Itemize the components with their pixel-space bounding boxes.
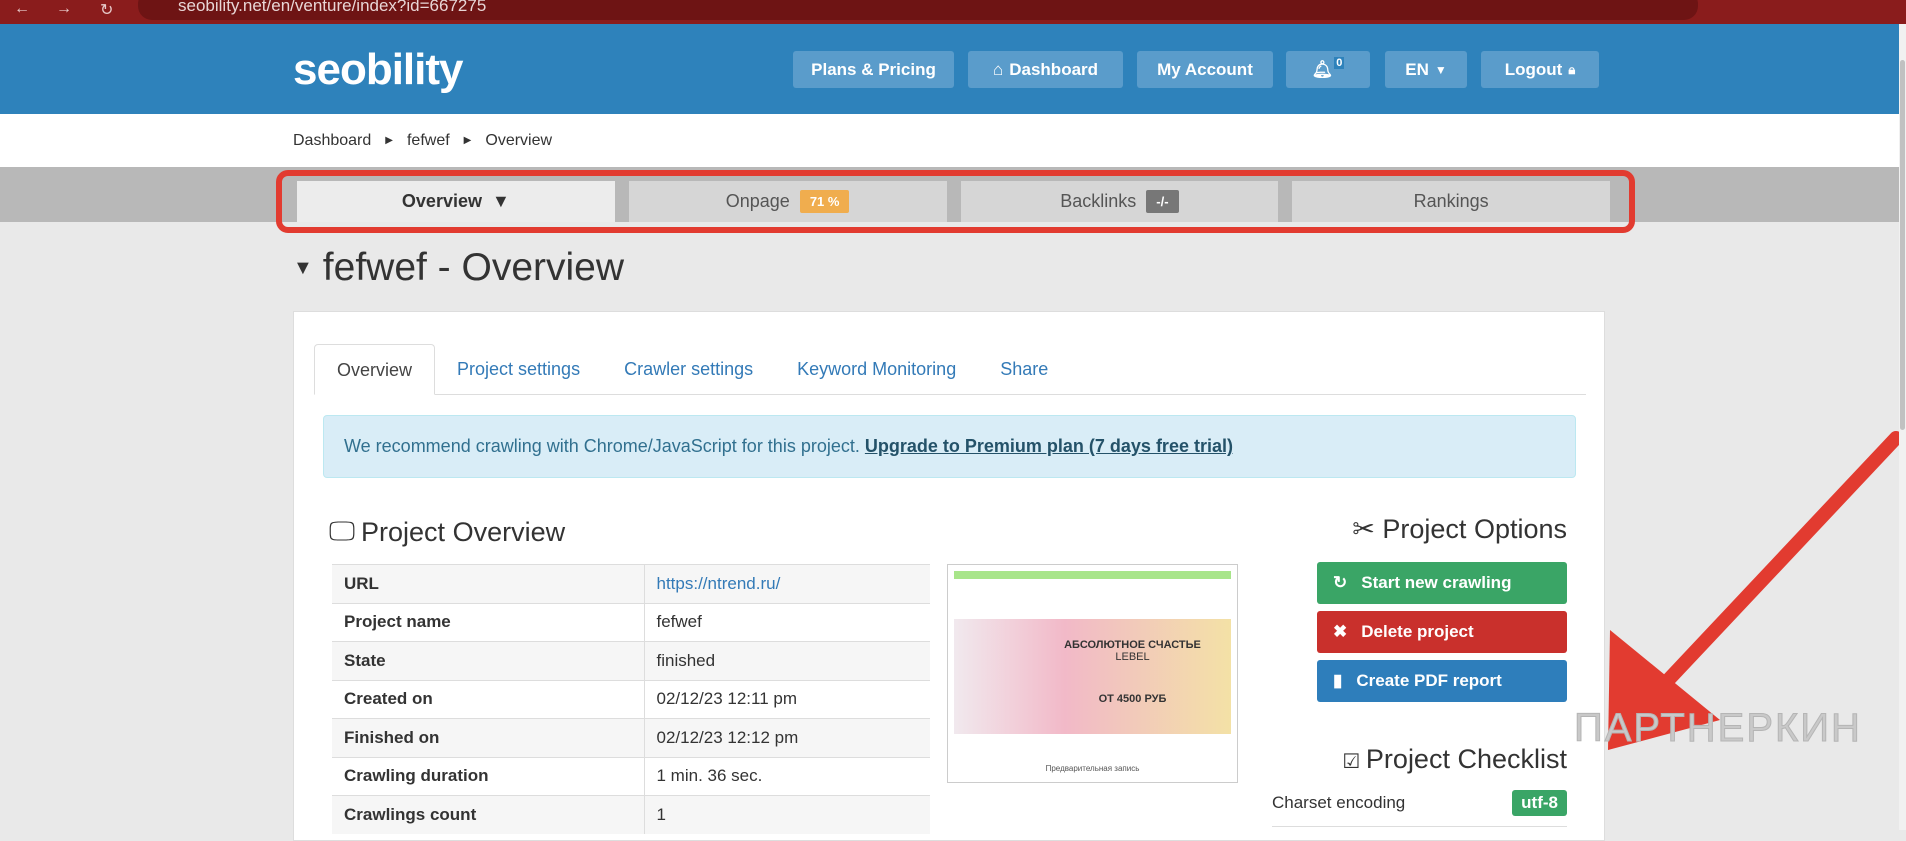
back-icon[interactable]: ←	[14, 0, 30, 18]
preview-footer: Предварительная запись	[1045, 764, 1140, 773]
language-label: EN	[1405, 59, 1429, 79]
mascot-icon: ▼	[293, 256, 313, 279]
account-label: My Account	[1157, 59, 1253, 79]
heading-text: Project Overview	[361, 516, 566, 547]
tools-icon: ✂	[1352, 514, 1383, 544]
logout-button[interactable]: Logout 🔒︎	[1481, 51, 1599, 88]
annotation-highlight-box	[276, 170, 1635, 233]
upgrade-link[interactable]: Upgrade to Premium plan (7 days free tri…	[865, 436, 1233, 456]
row-value: https://ntrend.ru/	[644, 564, 930, 603]
chevron-down-icon: ▼	[1434, 62, 1447, 77]
inner-tabs: Overview Project settings Crawler settin…	[314, 344, 1586, 395]
plans-pricing-button[interactable]: Plans & Pricing	[793, 51, 954, 88]
button-label: Create PDF report	[1356, 671, 1502, 690]
row-value: 1 min. 36 sec.	[644, 756, 930, 796]
heading-text: Project Checklist	[1365, 744, 1567, 774]
row-value: fefwef	[644, 602, 930, 642]
table-row: Crawling duration 1 min. 36 sec.	[332, 756, 930, 796]
project-overview-table: URL https://ntrend.ru/Project name fefwef S…	[332, 564, 930, 834]
table-row: Finished on 02/12/23 12:12 pm	[332, 718, 930, 757]
page-title-text: fefwef - Overview	[322, 246, 625, 289]
inner-tab-overview[interactable]: Overview	[314, 344, 436, 395]
browser-toolbar: ← → ↻ seobility.net/en/venture/index?id=…	[0, 0, 1906, 24]
start-crawling-button[interactable]: ↻ Start new crawling	[1317, 562, 1567, 604]
row-label: Crawling duration	[332, 756, 645, 796]
refresh-icon: ↻	[1333, 573, 1348, 592]
logo[interactable]: seobility	[293, 45, 463, 95]
table-row: Project name fefwef	[332, 602, 930, 642]
delete-project-button[interactable]: ✖ Delete project	[1317, 611, 1567, 653]
breadcrumb-current: Overview	[485, 131, 553, 149]
button-label: Delete project	[1361, 622, 1474, 641]
scrollbar-thumb[interactable]	[1900, 60, 1905, 430]
breadcrumb-dashboard[interactable]: Dashboard	[293, 132, 371, 150]
forward-icon[interactable]: →	[56, 0, 72, 18]
alert-text: We recommend crawling with Chrome/JavaSc…	[344, 436, 860, 456]
preview-price: ОТ 4500 РУБ	[1098, 693, 1167, 705]
project-url-link[interactable]: https://ntrend.ru/	[657, 574, 781, 593]
breadcrumb: Dashboard ▶ fefwef ▶ Overview	[0, 114, 1900, 167]
caret-right-icon: ▶	[463, 135, 472, 146]
site-preview-thumbnail[interactable]: АБСОЛЮТНОЕ СЧАСТЬЕ LEBEL ОТ 4500 РУБ Пре…	[947, 564, 1238, 783]
page-title: ▼ fefwef - Overview	[293, 246, 624, 290]
inner-tab-crawler-settings[interactable]: Crawler settings	[602, 344, 775, 394]
my-account-button[interactable]: My Account	[1137, 51, 1273, 88]
row-value: 02/12/23 12:12 pm	[644, 718, 930, 757]
dashboard-label: Dashboard	[1009, 59, 1099, 79]
lock-icon: 🔒︎	[1568, 61, 1576, 77]
inner-tab-keyword-monitoring[interactable]: Keyword Monitoring	[775, 344, 978, 394]
preview-headline: АБСОЛЮТНОЕ СЧАСТЬЕ	[1064, 639, 1201, 651]
info-alert: We recommend crawling with Chrome/JavaSc…	[323, 415, 1576, 478]
table-row: Created on 02/12/23 12:11 pm	[332, 679, 930, 719]
checklist-label: Charset encoding	[1272, 793, 1406, 812]
table-row: URL https://ntrend.ru/	[332, 564, 930, 603]
preview-banner: АБСОЛЮТНОЕ СЧАСТЬЕ LEBEL ОТ 4500 РУБ	[954, 619, 1231, 734]
project-options-heading: ✂ Project Options	[1300, 514, 1567, 545]
row-label: URL	[332, 564, 645, 603]
caret-right-icon: ▶	[385, 135, 393, 146]
charset-badge: utf-8	[1512, 790, 1567, 816]
close-icon: ✖	[1333, 622, 1348, 641]
row-label: Project name	[332, 602, 645, 642]
button-label: Start new crawling	[1361, 573, 1512, 592]
table-row: State finished	[332, 641, 930, 680]
plans-label: Plans & Pricing	[811, 59, 936, 79]
notifications-button[interactable]: 🔔︎ 0	[1286, 51, 1370, 88]
row-label: Finished on	[332, 718, 645, 757]
address-bar[interactable]: seobility.net/en/venture/index?id=667275	[138, 0, 1698, 20]
notification-count: 0	[1334, 56, 1345, 69]
create-pdf-button[interactable]: ▮ Create PDF report	[1317, 660, 1567, 702]
heading-text: Project Options	[1382, 514, 1567, 544]
row-value: 02/12/23 12:11 pm	[644, 679, 930, 719]
row-label: State	[332, 641, 645, 680]
project-checklist-heading: ☑ Project Checklist	[1300, 744, 1567, 775]
preview-topbar	[954, 571, 1231, 579]
watermark: ПАРТНЕРКИН	[1574, 706, 1862, 751]
inner-tab-share[interactable]: Share	[978, 344, 1070, 394]
row-value: finished	[644, 641, 930, 680]
project-overview-heading: 🖵︎ Project Overview	[329, 516, 565, 548]
file-icon: ▮	[1333, 671, 1343, 690]
home-icon: ⌂	[992, 59, 1004, 79]
preview-brand: LEBEL	[1115, 651, 1150, 663]
checklist-item: Charset encoding utf-8	[1272, 790, 1567, 827]
monitor-icon: 🖵︎	[329, 516, 356, 546]
checkbox-icon: ☑	[1342, 751, 1366, 773]
logout-label: Logout	[1504, 59, 1563, 79]
inner-tab-project-settings[interactable]: Project settings	[435, 344, 602, 394]
bell-icon: 🔔︎	[1311, 59, 1334, 79]
row-label: Created on	[332, 679, 645, 719]
reload-icon[interactable]: ↻	[100, 0, 113, 20]
row-label: Crawlings count	[332, 795, 645, 834]
table-row: Crawlings count 1	[332, 795, 930, 834]
dashboard-button[interactable]: ⌂ Dashboard	[968, 51, 1123, 88]
row-value: 1	[644, 795, 930, 834]
language-dropdown[interactable]: EN ▼	[1385, 51, 1467, 88]
breadcrumb-project[interactable]: fefwef	[407, 132, 450, 150]
